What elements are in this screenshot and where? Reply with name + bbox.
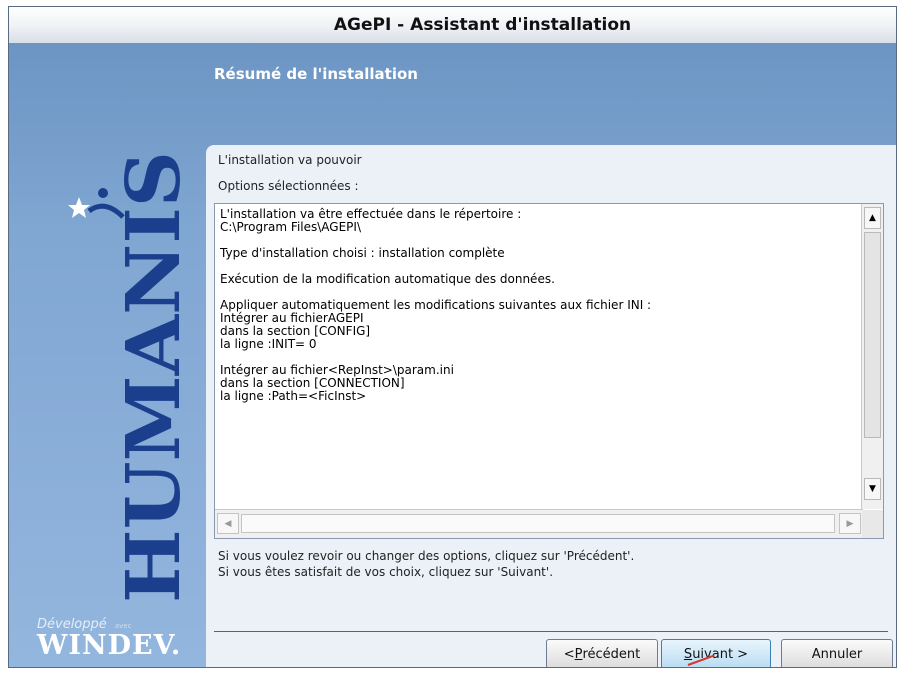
scroll-up-button[interactable]: ▲ [864, 207, 881, 229]
previous-accel: P [574, 646, 583, 662]
previous-rest: récédent [582, 646, 641, 662]
up-arrow-icon: ▲ [869, 213, 876, 223]
right-arrow-icon: ▶ [846, 518, 854, 529]
content-panel: L'installation va pouvoir Options sélect… [206, 145, 896, 667]
summary-line: la ligne :Path=<FicInst> [220, 389, 367, 403]
previous-button[interactable]: < Précédent [546, 639, 658, 667]
star-figure-icon: HUMANIS [68, 151, 197, 603]
horizontal-scroll-thumb[interactable] [241, 514, 835, 533]
scroll-left-button[interactable]: ◀ [217, 513, 239, 534]
next-button[interactable]: Suivant > [661, 639, 771, 667]
window-title: AGePI - Assistant d'installation [333, 15, 632, 35]
humanis-logo: HUMANIS [67, 133, 207, 603]
summary-textbox[interactable]: L'installation va être effectuée dans le… [214, 203, 884, 539]
scroll-right-button[interactable]: ▶ [839, 513, 861, 534]
windev-logo: Développé avec WINDEV. [37, 613, 207, 667]
summary-line: C:\Program Files\AGEPI\ [220, 220, 361, 234]
windev-wordmark: WINDEV. [37, 630, 182, 661]
help-text-line1: Si vous voulez revoir ou changer des opt… [218, 549, 635, 563]
cancel-button[interactable]: Annuler [781, 639, 893, 667]
brand-text: HUMANIS [111, 151, 197, 603]
summary-line: la ligne :INIT= 0 [220, 337, 317, 351]
star-shape [68, 197, 90, 218]
vertical-scrollbar[interactable]: ▲ ▼ [861, 204, 883, 509]
scroll-down-button[interactable]: ▼ [864, 478, 881, 500]
section-title: Résumé de l'installation [214, 65, 418, 83]
left-arrow-icon: ◀ [224, 518, 232, 529]
avec-label: avec [114, 622, 132, 630]
scrollbar-corner [862, 510, 883, 538]
help-text-line2: Si vous êtes satisfait de vos choix, cli… [218, 565, 554, 579]
vertical-scroll-thumb[interactable] [864, 232, 881, 438]
window-client-area: HUMANIS Développé avec WINDEV. Résumé de… [9, 43, 896, 667]
options-label: Options sélectionnées : [218, 179, 359, 193]
sidebar: HUMANIS Développé avec WINDEV. [9, 43, 204, 667]
summary-line: Type d'installation choisi : installatio… [220, 246, 505, 260]
title-bar[interactable]: AGePI - Assistant d'installation [9, 7, 896, 44]
button-divider [214, 631, 888, 632]
summary-text: L'installation va être effectuée dans le… [220, 208, 860, 403]
previous-prefix: < [563, 646, 575, 662]
down-arrow-icon: ▼ [869, 484, 876, 494]
next-accel: S [683, 646, 693, 662]
horizontal-scrollbar[interactable]: ◀ ▶ [215, 509, 863, 538]
summary-line: Exécution de la modification automatique… [220, 272, 555, 286]
intro-label: L'installation va pouvoir [218, 153, 362, 167]
installer-window: AGePI - Assistant d'installation HUMANIS [8, 6, 897, 668]
